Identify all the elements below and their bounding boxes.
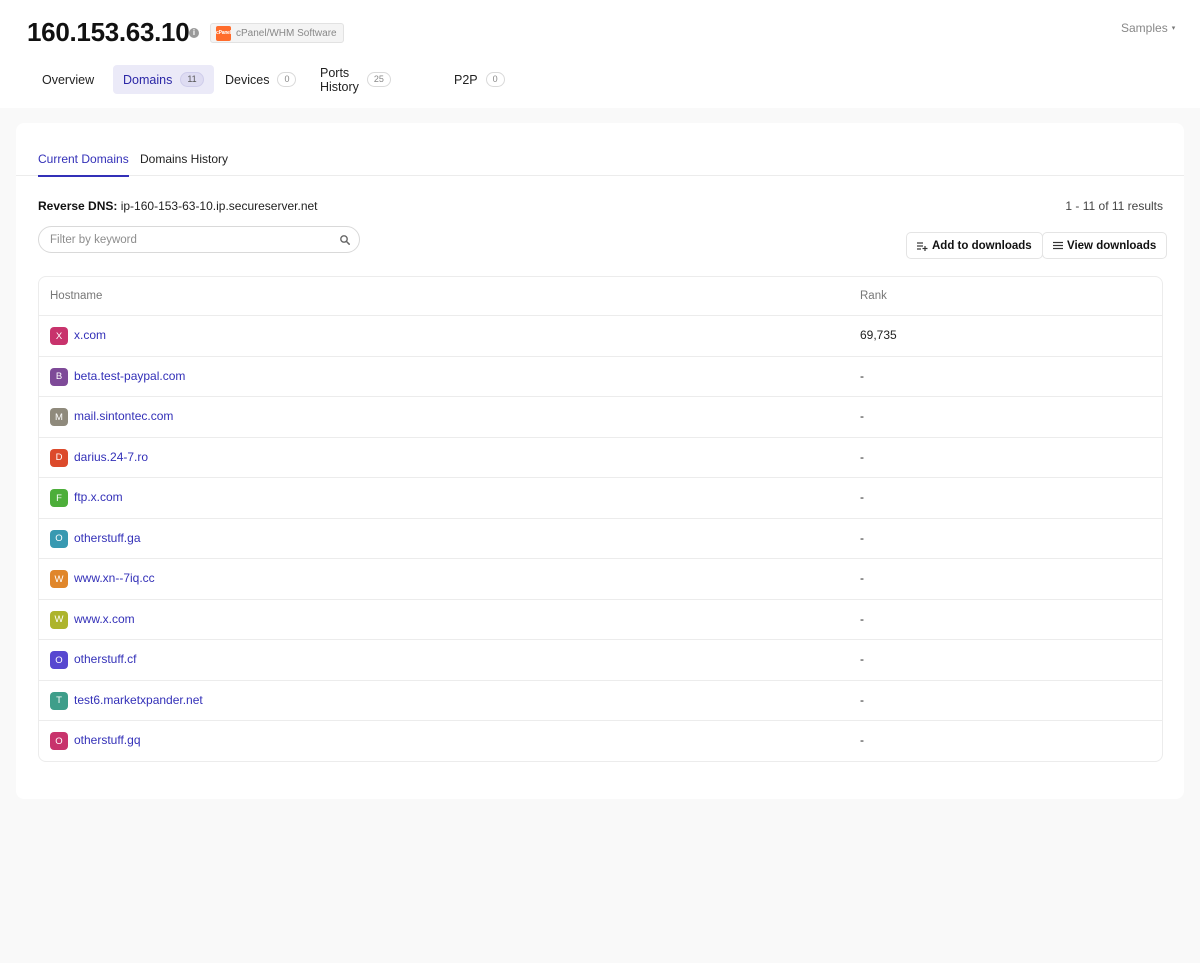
- list-icon: [1053, 241, 1063, 250]
- domain-avatar-icon: O: [50, 651, 68, 669]
- tab-p2p[interactable]: P2P 0: [444, 65, 515, 94]
- hostname-link[interactable]: otherstuff.cf: [74, 652, 136, 666]
- table-row[interactable]: Ootherstuff.ga -: [39, 519, 1162, 559]
- domains-subtabs: Current Domains Domains History: [16, 123, 1184, 177]
- domain-avatar-icon: D: [50, 448, 68, 467]
- domains-card: Current Domains Domains History Reverse …: [16, 123, 1184, 799]
- reverse-dns-value: ip-160-153-63-10.ip.secureserver.net: [120, 199, 318, 213]
- table-row[interactable]: Fftp.x.com -: [39, 478, 1162, 519]
- column-hostname: Hostname: [50, 290, 103, 302]
- rank-value: -: [860, 733, 864, 747]
- table-header: Hostname Rank: [39, 277, 1162, 316]
- chevron-down-icon: ▾: [1171, 25, 1176, 32]
- software-badge[interactable]: cPanel cPanel/WHM Software: [210, 23, 344, 43]
- hostname-link[interactable]: www.xn--7iq.cc: [74, 571, 155, 585]
- hostname-link[interactable]: x.com: [74, 328, 106, 342]
- page-title: 160.153.63.10: [27, 17, 190, 47]
- tab-count: 0: [277, 72, 297, 87]
- table-row[interactable]: Wwww.x.com -: [39, 600, 1162, 640]
- rank-value: -: [860, 530, 864, 545]
- rank-value: -: [860, 571, 864, 585]
- hostname-link[interactable]: otherstuff.gq: [74, 733, 141, 747]
- tab-overview[interactable]: Overview: [32, 65, 104, 94]
- rank-value: 69,735: [860, 328, 897, 342]
- filter-input[interactable]: [50, 232, 330, 248]
- rank-value: -: [860, 490, 864, 504]
- domain-avatar-icon: W: [50, 610, 68, 629]
- domain-avatar-icon: T: [50, 691, 68, 710]
- cpanel-logo-icon: cPanel: [216, 25, 231, 41]
- tab-label: P2P: [454, 72, 478, 87]
- rank-value: -: [860, 449, 864, 464]
- rank-value: -: [860, 368, 864, 383]
- tab-count: 25: [366, 72, 391, 87]
- reverse-dns-label: Reverse DNS:: [38, 199, 118, 213]
- search-icon[interactable]: [339, 234, 351, 246]
- table-row[interactable]: Bbeta.test-paypal.com -: [39, 357, 1162, 397]
- table-row[interactable]: Ootherstuff.gq -: [39, 721, 1162, 761]
- results-count: 1 - 11 of 11 results: [1065, 199, 1163, 213]
- rank-value: -: [860, 409, 864, 423]
- table-row[interactable]: Ddarius.24-7.ro -: [39, 438, 1162, 478]
- table-row[interactable]: Ootherstuff.cf -: [39, 640, 1162, 681]
- info-icon[interactable]: i: [189, 28, 199, 38]
- hostname-link[interactable]: darius.24-7.ro: [74, 450, 148, 464]
- view-downloads-button[interactable]: View downloads: [1042, 232, 1168, 259]
- reverse-dns: Reverse DNS: ip-160-153-63-10.ip.secures…: [38, 199, 318, 213]
- view-downloads-label: View downloads: [1067, 239, 1157, 252]
- subtab-current-domains[interactable]: Current Domains: [38, 152, 129, 177]
- tab-devices[interactable]: Devices 0: [215, 65, 306, 94]
- software-label: cPanel/WHM Software: [236, 27, 337, 39]
- domain-avatar-icon: F: [50, 489, 68, 507]
- filter-field[interactable]: [38, 226, 360, 253]
- tab-ports-history[interactable]: Ports History 25: [310, 65, 401, 94]
- samples-dropdown[interactable]: Samples ▾: [1121, 21, 1175, 35]
- samples-label: Samples: [1121, 21, 1168, 35]
- add-to-downloads-label: Add to downloads: [932, 239, 1032, 252]
- table-row[interactable]: Mmail.sintontec.com -: [39, 397, 1162, 438]
- hostname-link[interactable]: www.x.com: [74, 612, 135, 626]
- tab-label: Overview: [42, 72, 95, 87]
- playlist-add-icon: [917, 241, 928, 251]
- tab-label: Ports History: [320, 65, 359, 94]
- tab-domains[interactable]: Domains 11: [113, 65, 214, 94]
- domain-avatar-icon: X: [50, 327, 68, 345]
- column-rank: Rank: [860, 290, 887, 302]
- tab-label: Domains: [123, 72, 173, 87]
- rank-value: -: [860, 692, 864, 707]
- domains-table: Hostname Rank Xx.com 69,735 Bbeta.test-pay…: [38, 276, 1163, 762]
- tab-count: 11: [180, 72, 204, 87]
- subtab-domains-history[interactable]: Domains History: [140, 152, 228, 175]
- domain-avatar-icon: O: [50, 732, 68, 750]
- domain-avatar-icon: M: [50, 408, 68, 426]
- page-header: 160.153.63.10 i cPanel cPanel/WHM Softwa…: [0, 0, 1200, 108]
- tab-label: Devices: [225, 72, 270, 87]
- tab-count: 0: [485, 72, 505, 87]
- table-row[interactable]: Wwww.xn--7iq.cc -: [39, 559, 1162, 600]
- hostname-link[interactable]: otherstuff.ga: [74, 531, 141, 545]
- table-body: Xx.com 69,735 Bbeta.test-paypal.com - Mmail.…: [39, 316, 1162, 761]
- hostname-link[interactable]: beta.test-paypal.com: [74, 369, 185, 383]
- table-row[interactable]: Ttest6.marketxpander.net -: [39, 681, 1162, 721]
- domain-avatar-icon: W: [50, 570, 68, 588]
- hostname-link[interactable]: test6.marketxpander.net: [74, 693, 203, 707]
- table-row[interactable]: Xx.com 69,735: [39, 316, 1162, 357]
- rank-value: -: [860, 652, 864, 666]
- rank-value: -: [860, 611, 864, 626]
- hostname-link[interactable]: ftp.x.com: [74, 490, 123, 504]
- domain-avatar-icon: O: [50, 529, 68, 548]
- hostname-link[interactable]: mail.sintontec.com: [74, 409, 173, 423]
- add-to-downloads-button[interactable]: Add to downloads: [906, 232, 1043, 259]
- domain-avatar-icon: B: [50, 367, 68, 386]
